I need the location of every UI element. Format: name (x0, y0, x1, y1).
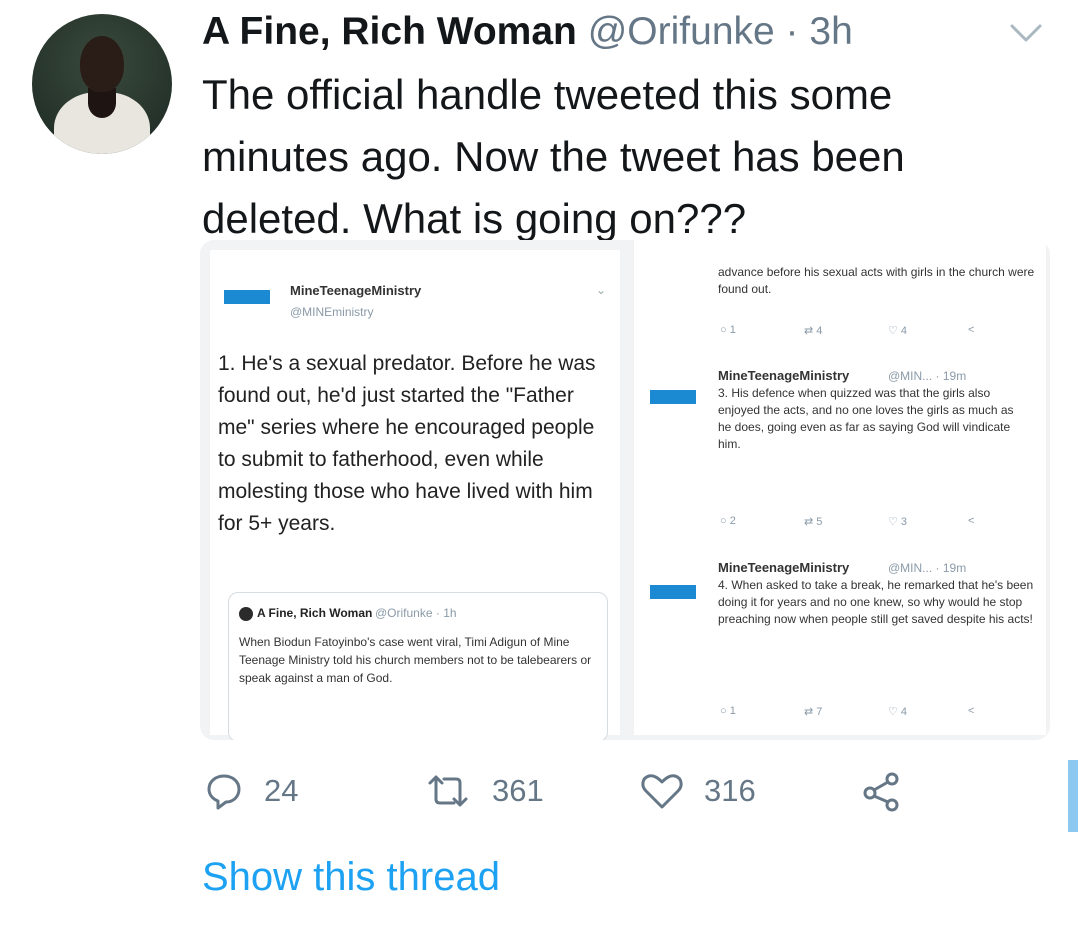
thread3-actions: ○ 2 ⇄ 5 ♡ 3 < (720, 515, 1020, 531)
reply-count: ○ 1 (720, 705, 736, 717)
quote-avatar (239, 607, 253, 621)
media-right-panel: advance before his sexual acts with girl… (634, 240, 1046, 735)
media-left-panel: MineTeenageMinistry @MINEministry ⌄ 1. H… (210, 250, 620, 740)
thread4-text: 4. When asked to take a break, he remark… (718, 578, 1034, 626)
share-button[interactable] (860, 766, 904, 816)
tweet-time[interactable]: 3h (809, 10, 852, 53)
retweet-count: ⇄ 4 (804, 325, 823, 337)
retweet-icon (424, 771, 472, 811)
separator-dot: · (785, 10, 799, 53)
thread3-handle: @MIN... · 19m (888, 369, 967, 383)
retweet-count: ⇄ 7 (804, 706, 823, 718)
user-handle[interactable]: @Orifunke (588, 10, 775, 53)
thread4-name: MineTeenageMinistry (718, 560, 850, 575)
avatar-figure-neck (88, 88, 116, 118)
share-icon: < (968, 324, 975, 336)
chevron-down-icon: ⌄ (596, 283, 607, 297)
reply-icon (204, 771, 244, 811)
retweet-count: 361 (492, 773, 544, 808)
ministry-name: MineTeenageMinistry (290, 283, 422, 298)
quote-text: When Biodun Fatoyinbo's case went viral,… (239, 635, 592, 685)
reply-count: ○ 2 (720, 515, 736, 527)
tweet-header: A Fine, Rich Woman @Orifunke · 3h (202, 10, 853, 54)
display-name[interactable]: A Fine, Rich Woman (202, 10, 577, 53)
chevron-down-icon[interactable] (1006, 18, 1046, 48)
share-icon: < (968, 515, 975, 527)
ministry-tweet-body: 1. He's a sexual predator. Before he was… (218, 352, 596, 535)
ministry-avatar (650, 390, 696, 404)
thread4-actions: ○ 1 ⇄ 7 ♡ 4 < (720, 705, 1020, 721)
tweet-text: The official handle tweeted this some mi… (202, 71, 905, 242)
reply-button[interactable]: 24 (204, 766, 298, 816)
share-icon (860, 769, 904, 813)
thread-fragment-text: advance before his sexual acts with girl… (718, 265, 1035, 296)
ministry-handle: @MINEministry (290, 305, 374, 319)
quote-name: A Fine, Rich Woman (257, 606, 373, 620)
share-icon: < (968, 705, 975, 717)
like-button[interactable]: 316 (640, 766, 756, 816)
reply-count: ○ 1 (720, 324, 736, 336)
like-count: ♡ 3 (888, 516, 908, 528)
thread3-name: MineTeenageMinistry (718, 368, 850, 383)
show-thread-link[interactable]: Show this thread (202, 855, 500, 900)
retweet-button[interactable]: 361 (424, 766, 544, 816)
thread4-handle: @MIN... · 19m (888, 561, 967, 575)
retweet-count: ⇄ 5 (804, 516, 823, 528)
quoted-tweet: A Fine, Rich Woman @Orifunke · 1h When B… (228, 592, 608, 740)
like-count: ♡ 4 (888, 706, 908, 718)
ministry-avatar (224, 290, 270, 304)
ministry-avatar (650, 585, 696, 599)
profile-avatar[interactable] (32, 14, 172, 154)
tweet-media-image[interactable]: MineTeenageMinistry @MINEministry ⌄ 1. H… (200, 240, 1050, 740)
like-count: ♡ 4 (888, 325, 908, 337)
like-icon (640, 771, 684, 811)
thread3-text: 3. His defence when quizzed was that the… (718, 386, 1014, 451)
like-count: 316 (704, 773, 756, 808)
avatar-figure-head (80, 36, 124, 92)
scroll-indicator[interactable] (1068, 760, 1078, 832)
thread-fragment-actions: ○ 1 ⇄ 4 ♡ 4 < (720, 324, 1020, 340)
tweet-action-bar: 24 361 316 (200, 766, 1020, 816)
quote-handle: @Orifunke · 1h (375, 606, 457, 620)
reply-count: 24 (264, 773, 299, 808)
